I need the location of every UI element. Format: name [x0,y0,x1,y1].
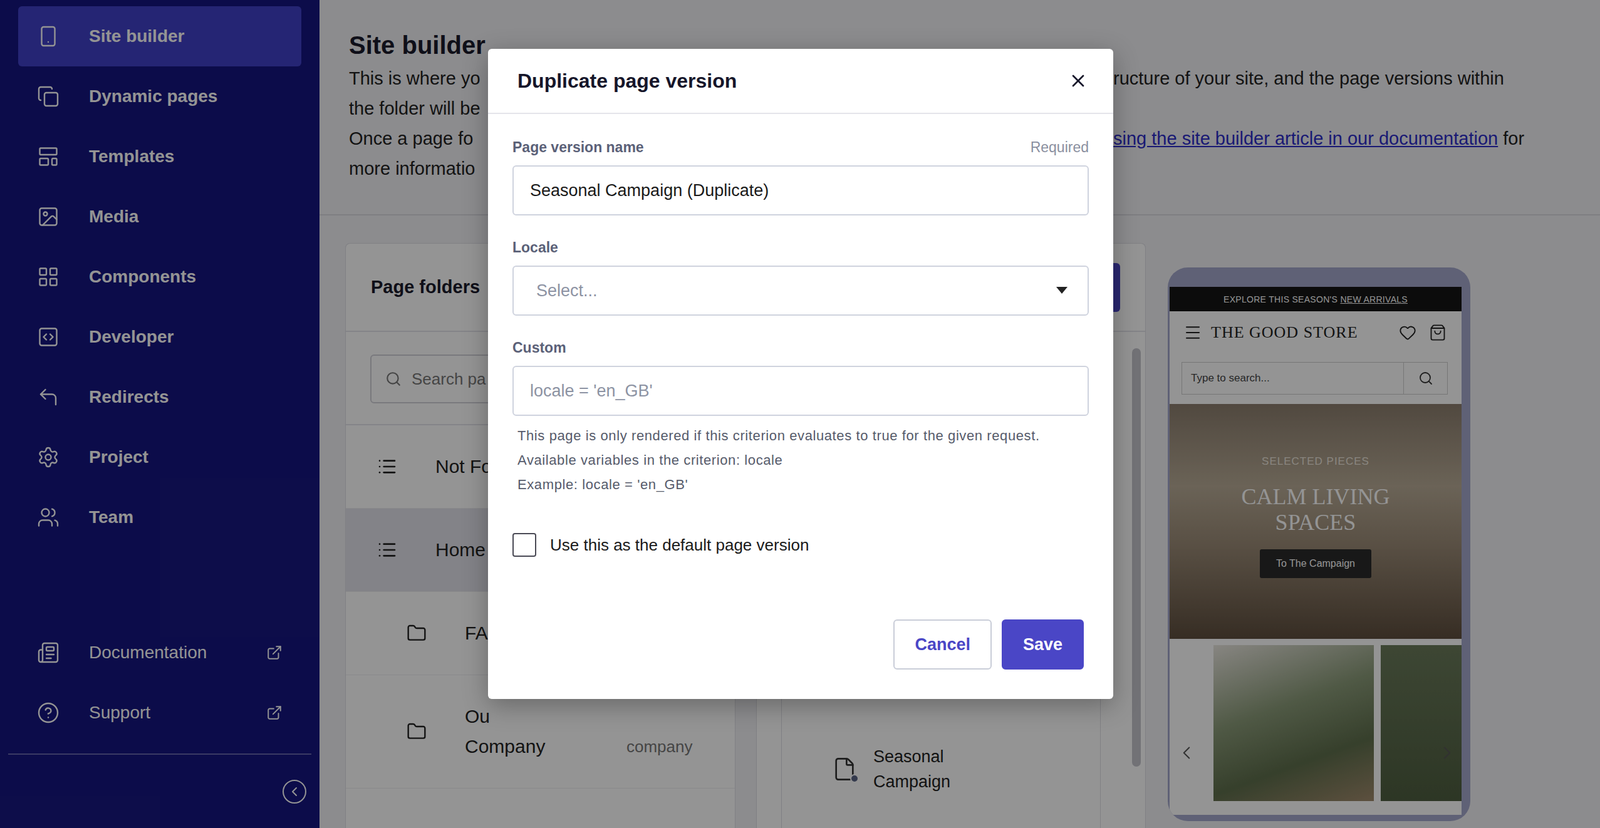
locale-select[interactable]: Select... [512,265,1089,316]
app: Site builderDynamic pagesTemplatesMediaC… [0,0,1600,828]
form-field: Page version name Required [512,137,1089,216]
help-line: This page is only rendered if this crite… [517,423,1064,448]
form-field: Locale Select... [512,238,1089,316]
duplicate-dialog: Duplicate page version Page version name R… [488,48,1114,700]
help-line: Example: locale = 'en_GB' [517,472,1064,497]
select-placeholder: Select... [536,281,598,301]
field-label-row: Custom [512,338,1089,358]
cancel-button[interactable]: Cancel [893,619,992,670]
field-help: This page is only rendered if this crite… [512,423,1064,497]
dialog-actions: CancelSave [512,619,1089,670]
field-label: Locale [512,238,559,257]
help-line: Available variables in the criterion: lo… [517,447,1064,473]
dialog-header: Duplicate page version [488,48,1114,115]
checkbox[interactable] [512,533,537,557]
dialog-title: Duplicate page version [517,69,737,93]
default-checkbox-row[interactable]: Use this as the default page version [512,533,1089,557]
field-label: Page version name [512,137,645,157]
checkbox-label: Use this as the default page version [550,535,809,556]
close-button[interactable] [1068,70,1089,91]
dialog-body: Page version name Required Locale Select...… [488,114,1114,700]
text-input[interactable] [512,365,1089,416]
close-icon [1068,70,1089,91]
text-input[interactable] [512,165,1089,216]
field-label-row: Locale [512,238,1089,257]
field-note: Required [1030,137,1089,157]
form-field: Custom This page is only rendered if this… [512,338,1089,497]
caret-down-icon [1056,286,1068,295]
field-label: Custom [512,338,567,358]
save-button[interactable]: Save [1001,619,1084,670]
field-label-row: Page version name Required [512,137,1089,157]
